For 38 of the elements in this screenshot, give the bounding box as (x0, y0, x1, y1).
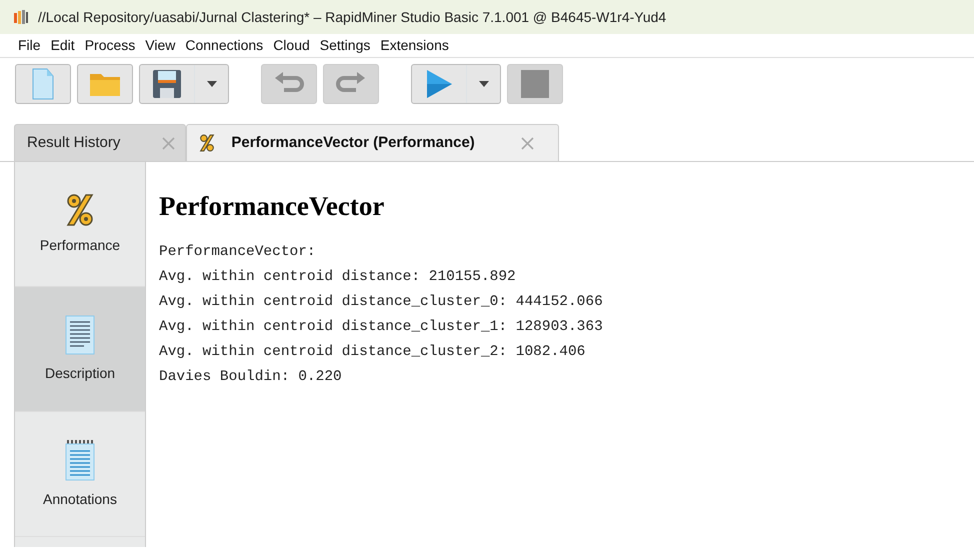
menu-item[interactable]: Extensions (380, 35, 457, 56)
document-icon (65, 314, 95, 354)
notepad-icon (65, 438, 95, 480)
result-line: PerformanceVector: (159, 243, 317, 262)
result-line: Avg. within centroid distance_cluster_0: 444152.066 (159, 293, 603, 312)
close-icon[interactable] (162, 136, 176, 150)
window-title: //Local Repository/uasabi/Jurnal Clastering* – RapidMiner Studio Basic 7.1.001 @ B4645-W1r4-Yud4 (38, 8, 666, 27)
app-logo-icon (12, 8, 30, 26)
sidebar-label: Performance (40, 236, 120, 254)
menu-item[interactable]: Settings (320, 35, 378, 56)
result-line: Avg. within centroid distance_cluster_2: 1082.406 (159, 343, 586, 362)
sidebar-label: Description (44, 364, 116, 383)
tab-label: Result History (27, 132, 120, 153)
menu-item[interactable]: Connections (185, 35, 272, 56)
caret-icon (206, 81, 216, 87)
new-file-icon (31, 68, 55, 100)
result-tab[interactable]: PerformanceVector (Performance) (186, 124, 559, 161)
menu-item[interactable]: Edit (50, 35, 83, 56)
tab-label: PerformanceVector (Performance) (231, 132, 475, 153)
percent-icon (199, 134, 216, 152)
sidebar-item[interactable]: Description (15, 287, 145, 412)
menu-item[interactable]: Process (84, 35, 144, 56)
result-tab[interactable]: Result History (14, 124, 186, 161)
stop-icon (521, 70, 549, 98)
result-line: Davies Bouldin: 0.220 (159, 368, 343, 388)
sidebar-label: Annotations (43, 490, 117, 508)
result-line: Avg. within centroid distance_cluster_1: 128903.363 (159, 318, 603, 338)
sidebar-item[interactable]: Annotations (15, 412, 145, 537)
menu-item[interactable]: Cloud (273, 35, 318, 56)
folder-icon (89, 71, 121, 97)
percent-icon (65, 192, 95, 226)
menu-item[interactable]: View (145, 35, 184, 56)
result-line: Avg. within centroid distance: 210155.892 (159, 268, 517, 288)
play-icon (425, 69, 453, 99)
caret-icon (478, 81, 488, 87)
menu-item[interactable]: File (18, 35, 49, 56)
content-heading: PerformanceVector (159, 190, 386, 222)
close-icon[interactable] (520, 136, 534, 150)
